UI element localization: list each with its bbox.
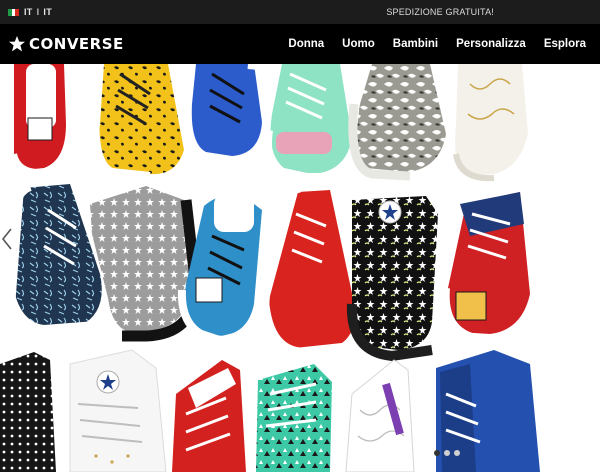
star-chevron-icon <box>9 36 25 52</box>
sneaker-grid-image <box>0 64 540 472</box>
language-code[interactable]: IT <box>24 7 33 17</box>
carousel-pagination <box>434 450 464 456</box>
italy-flag-icon[interactable] <box>8 8 20 16</box>
nav-item-personalizza[interactable]: Personalizza <box>456 38 526 50</box>
sneaker-mint <box>262 64 359 183</box>
sneaker-red-low <box>172 360 246 472</box>
language-code-secondary[interactable]: IT <box>43 7 52 17</box>
carousel-dot[interactable] <box>454 450 460 456</box>
hero-carousel[interactable] <box>0 64 600 472</box>
sneaker-leopard <box>91 64 184 180</box>
sneaker-grey-stars <box>90 186 202 342</box>
sneaker-red-high <box>259 183 357 357</box>
utility-bar: IT I IT SPEDIZIONE GRATUITA! <box>0 0 600 24</box>
free-shipping-banner[interactable]: SPEDIZIONE GRATUITA! <box>386 7 494 17</box>
converse-logo[interactable]: CONVERSE <box>8 35 124 53</box>
nav-item-uomo[interactable]: Uomo <box>342 38 375 50</box>
sneaker-mint-pattern <box>256 364 332 472</box>
sneaker-white-gold <box>453 64 528 182</box>
sneaker-white-studs <box>69 349 167 472</box>
sneaker-black-stars <box>346 196 438 362</box>
main-navigation: CONVERSE Donna Uomo Bambini Personalizza… <box>0 24 600 64</box>
sneaker-red <box>11 64 66 176</box>
nav-item-bambini[interactable]: Bambini <box>393 38 438 50</box>
sneaker-camo <box>348 64 446 181</box>
sneaker-red-navy <box>441 192 530 345</box>
logo-wordmark: CONVERSE <box>29 35 124 53</box>
language-selector[interactable]: IT I IT <box>24 7 52 17</box>
carousel-dot[interactable] <box>444 450 450 456</box>
language-separator: I <box>36 7 40 17</box>
nav-item-donna[interactable]: Donna <box>288 38 324 50</box>
sneaker-blue-low <box>177 194 262 345</box>
carousel-dot[interactable] <box>434 450 440 456</box>
sneaker-black-dots <box>0 352 56 472</box>
nav-item-esplora[interactable]: Esplora <box>544 38 586 50</box>
sneaker-navy-doodle <box>0 181 102 336</box>
sneaker-white-purple <box>345 359 415 472</box>
carousel-prev-arrow[interactable] <box>0 224 14 254</box>
chevron-left-icon <box>2 228 12 250</box>
nav-menu: Donna Uomo Bambini Personalizza Esplora <box>270 24 586 64</box>
sneaker-blue <box>191 64 276 174</box>
